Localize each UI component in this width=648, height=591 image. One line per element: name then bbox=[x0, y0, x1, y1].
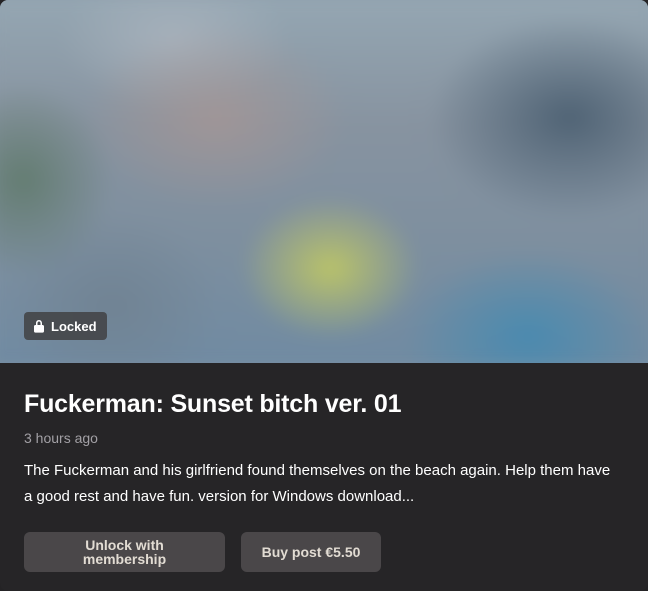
post-card: Locked Fuckerman: Sunset bitch ver. 01 3… bbox=[0, 0, 648, 591]
locked-label: Locked bbox=[51, 318, 97, 334]
post-description: The Fuckerman and his girlfriend found t… bbox=[24, 462, 611, 505]
lock-icon bbox=[33, 319, 45, 333]
locked-badge: Locked bbox=[24, 312, 107, 340]
blurred-post-preview[interactable]: Locked bbox=[0, 0, 648, 363]
unlock-membership-button[interactable]: Unlock with membership bbox=[24, 532, 225, 572]
post-time: 3 hours ago bbox=[24, 430, 98, 446]
post-title[interactable]: Fuckerman: Sunset bitch ver. 01 bbox=[24, 388, 401, 420]
post-actions: Unlock with membership Buy post €5.50 bbox=[24, 532, 381, 572]
post-content: Fuckerman: Sunset bitch ver. 01 3 hours … bbox=[24, 363, 624, 591]
buy-post-button[interactable]: Buy post €5.50 bbox=[241, 532, 381, 572]
blurred-image bbox=[0, 0, 648, 363]
